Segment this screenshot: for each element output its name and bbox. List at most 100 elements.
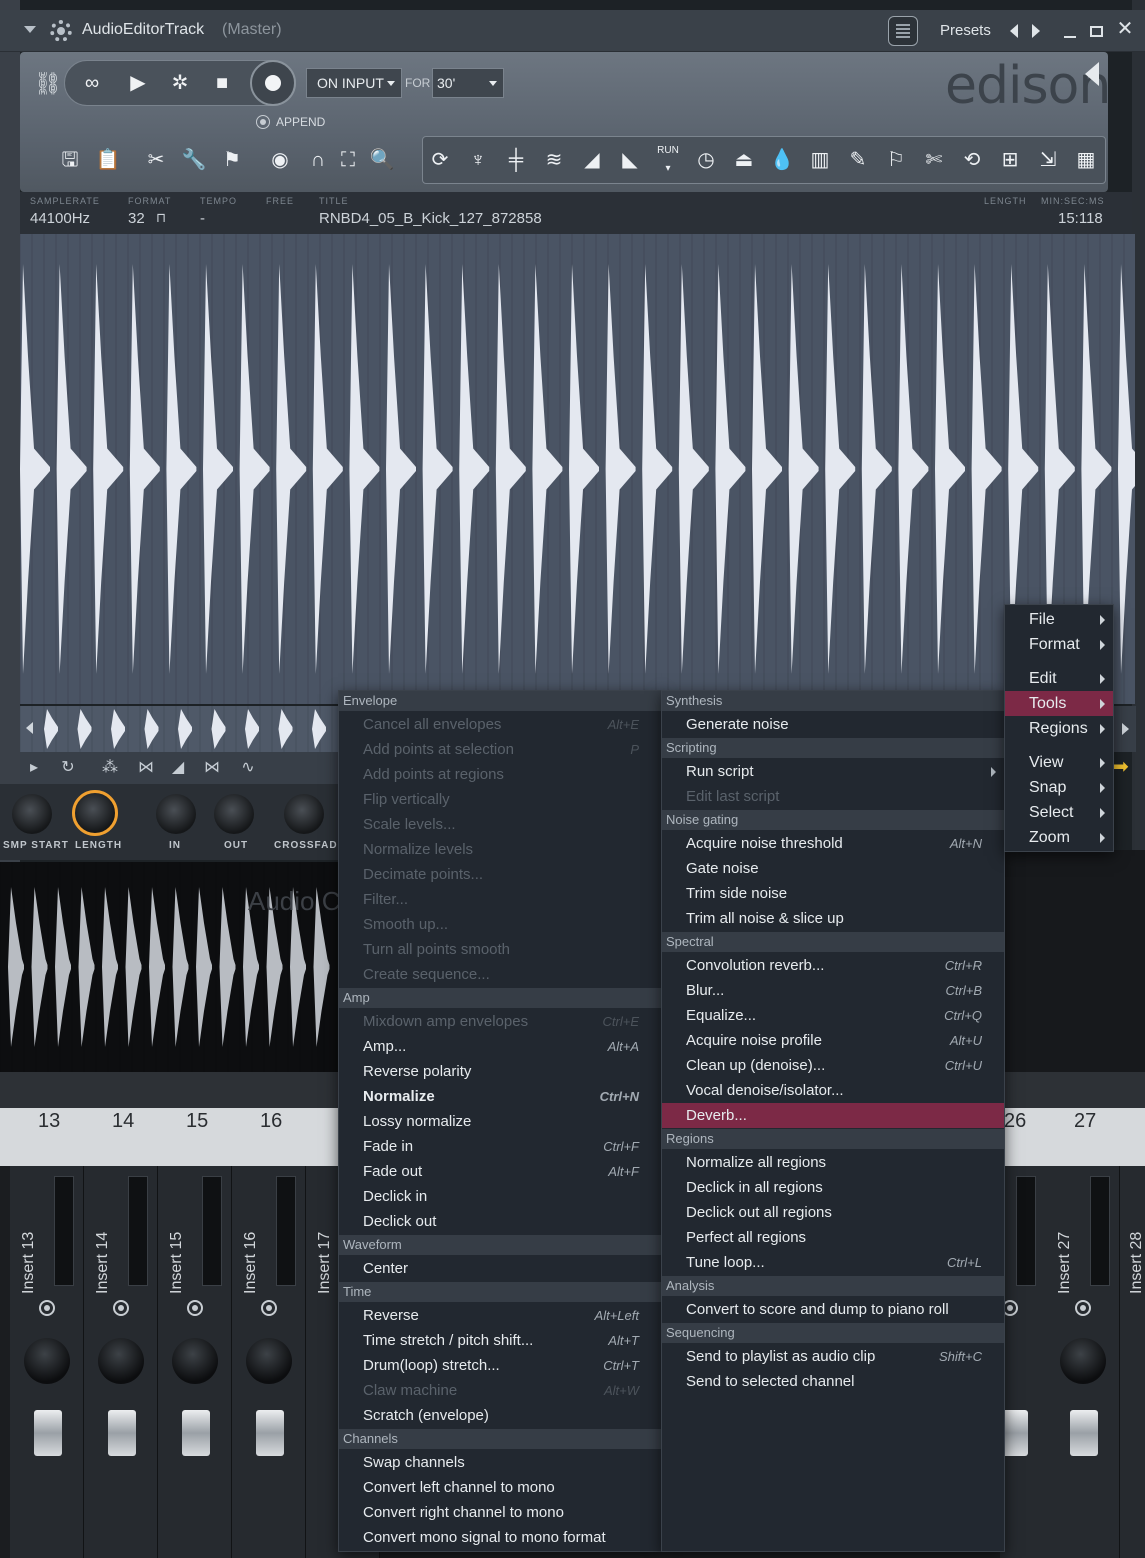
- menu-item-acquire-noise-profile[interactable]: Acquire noise profile Alt+U: [662, 1028, 1004, 1053]
- menu-snap[interactable]: Snap: [1005, 775, 1113, 800]
- menu-item-trim-side-noise[interactable]: Trim side noise: [662, 881, 1004, 906]
- plugin-picker-icon[interactable]: [888, 16, 918, 46]
- menu-item-reverse[interactable]: Reverse Alt+Left: [339, 1303, 661, 1328]
- volume-fader[interactable]: [1070, 1410, 1098, 1456]
- menu-item-declick-in-regions[interactable]: Declick in all regions: [662, 1175, 1004, 1200]
- out-knob[interactable]: [214, 794, 254, 834]
- loop-record-icon[interactable]: ✲: [160, 63, 200, 103]
- menu-item-vocal-denoise[interactable]: Vocal denoise/isolator...: [662, 1078, 1004, 1103]
- scroll-left-icon[interactable]: [26, 722, 33, 734]
- pan-knob[interactable]: [24, 1338, 70, 1384]
- volume-fader[interactable]: [108, 1410, 136, 1456]
- format-icon[interactable]: ⊓: [156, 210, 166, 226]
- pan-knob[interactable]: [246, 1338, 292, 1384]
- volume-fader[interactable]: [182, 1410, 210, 1456]
- menu-item-time-stretch[interactable]: Time stretch / pitch shift... Alt+T: [339, 1328, 661, 1353]
- menu-item-declick-out-regions[interactable]: Declick out all regions: [662, 1200, 1004, 1225]
- menu-item-swap-channels[interactable]: Swap channels: [339, 1450, 661, 1475]
- pan-knob[interactable]: [1060, 1338, 1106, 1384]
- menu-item-center[interactable]: Center: [339, 1256, 661, 1281]
- menu-item-normalize-all-regions[interactable]: Normalize all regions: [662, 1150, 1004, 1175]
- append-radio[interactable]: [256, 115, 270, 129]
- menu-item-clean-up-denoise[interactable]: Clean up (denoise)... Ctrl+U: [662, 1053, 1004, 1078]
- menu-item-perfect-all-regions[interactable]: Perfect all regions: [662, 1225, 1004, 1250]
- menu-item-fade-in[interactable]: Fade in Ctrl+F: [339, 1134, 661, 1159]
- fade-out-icon[interactable]: ◣: [614, 142, 646, 178]
- menu-item-send-to-playlist[interactable]: Send to playlist as audio clip Shift+C: [662, 1344, 1004, 1369]
- menu-item-gate-noise[interactable]: Gate noise: [662, 856, 1004, 881]
- crossfade-knob[interactable]: [284, 794, 324, 834]
- send-arrow-icon[interactable]: ➡: [1112, 756, 1132, 778]
- drop-icon[interactable]: 💧: [766, 142, 798, 178]
- menu-zoom[interactable]: Zoom: [1005, 825, 1113, 850]
- ramp-icon[interactable]: ◢: [166, 756, 190, 780]
- volume-fader[interactable]: [34, 1410, 62, 1456]
- select-all-icon[interactable]: ⛶: [332, 142, 364, 178]
- zoom-icon[interactable]: 🔍: [366, 142, 398, 178]
- marker-icon[interactable]: ⚑: [216, 142, 248, 178]
- eye-icon[interactable]: ◉: [264, 142, 296, 178]
- waveform-view[interactable]: [20, 234, 1135, 704]
- refresh-icon[interactable]: ⟲: [956, 142, 988, 178]
- settings-grid-icon[interactable]: ▦: [1070, 142, 1102, 178]
- menu-item-normalize[interactable]: Normalize Ctrl+N: [339, 1084, 661, 1109]
- menu-format[interactable]: Format: [1005, 632, 1113, 657]
- spectrum-icon[interactable]: ▥: [804, 142, 836, 178]
- cut-icon[interactable]: ✂: [140, 142, 172, 178]
- strip-enable-radio[interactable]: [1075, 1300, 1091, 1316]
- save-plus-icon[interactable]: ⊞: [994, 142, 1026, 178]
- menu-item-tune-loop[interactable]: Tune loop... Ctrl+L: [662, 1250, 1004, 1275]
- clock-icon[interactable]: ◷: [690, 142, 722, 178]
- loop-small-icon[interactable]: ↻: [56, 756, 80, 780]
- loop-icon[interactable]: ∞: [72, 63, 112, 103]
- waveform-icon[interactable]: ≋: [538, 142, 570, 178]
- menu-file[interactable]: File: [1005, 607, 1113, 632]
- menu-item-send-to-channel[interactable]: Send to selected channel: [662, 1369, 1004, 1394]
- cut-marker-icon[interactable]: ✄: [918, 142, 950, 178]
- person-icon[interactable]: ♆: [462, 142, 494, 178]
- menu-item-run-script[interactable]: Run script: [662, 759, 1004, 784]
- menu-edit[interactable]: Edit: [1005, 666, 1113, 691]
- link-icon[interactable]: ⛓: [34, 71, 62, 97]
- menu-view[interactable]: View: [1005, 750, 1113, 775]
- menu-item-convert-to-score[interactable]: Convert to score and dump to piano roll: [662, 1297, 1004, 1322]
- drag-out-icon[interactable]: ⇲: [1032, 142, 1064, 178]
- add-marker-icon[interactable]: ⚐: [880, 142, 912, 178]
- wrench-icon[interactable]: 🔧: [178, 142, 210, 178]
- play-small-icon[interactable]: ▸: [22, 756, 46, 780]
- strip-enable-radio[interactable]: [261, 1300, 277, 1316]
- strip-enable-radio[interactable]: [187, 1300, 203, 1316]
- fade-in-icon[interactable]: ◢: [576, 142, 608, 178]
- menu-item-deverb[interactable]: Deverb...: [662, 1103, 1004, 1128]
- close-icon[interactable]: ✕: [1116, 19, 1134, 39]
- menu-item-scratch[interactable]: Scratch (envelope): [339, 1403, 661, 1428]
- feather-icon[interactable]: ✎: [842, 142, 874, 178]
- pan-knob[interactable]: [172, 1338, 218, 1384]
- presets-button[interactable]: Presets: [940, 22, 991, 39]
- normalize-icon[interactable]: ╪: [500, 142, 532, 178]
- stop-icon[interactable]: ■: [202, 63, 242, 103]
- gear-icon[interactable]: [50, 20, 72, 42]
- menu-tools[interactable]: Tools: [1005, 691, 1113, 716]
- play-icon[interactable]: ▶: [118, 63, 158, 103]
- strip-enable-radio[interactable]: [113, 1300, 129, 1316]
- rocket-icon[interactable]: ⏏: [728, 142, 760, 178]
- preset-prev-icon[interactable]: [1010, 24, 1018, 38]
- curve-icon[interactable]: ∿: [236, 756, 260, 780]
- bracket-icon[interactable]: ⋈: [134, 756, 158, 780]
- menu-item-generate-noise[interactable]: Generate noise: [662, 712, 1004, 737]
- speaker-icon[interactable]: [1085, 62, 1099, 86]
- save-icon[interactable]: 🖫: [54, 142, 86, 178]
- length-knob[interactable]: [72, 790, 118, 836]
- record-mode-select[interactable]: ON INPUT: [306, 68, 402, 98]
- menu-item-left-to-mono[interactable]: Convert left channel to mono: [339, 1475, 661, 1500]
- menu-item-trim-all-noise[interactable]: Trim all noise & slice up: [662, 906, 1004, 931]
- menu-regions[interactable]: Regions: [1005, 716, 1113, 741]
- menu-item-reverse-polarity[interactable]: Reverse polarity: [339, 1059, 661, 1084]
- menu-item-acquire-noise-threshold[interactable]: Acquire noise threshold Alt+N: [662, 831, 1004, 856]
- smp-start-knob[interactable]: [12, 794, 52, 834]
- scroll-right-icon[interactable]: [1114, 706, 1136, 752]
- waveform-overview[interactable]: [20, 706, 340, 752]
- split-icon[interactable]: ⋈: [200, 756, 224, 780]
- menu-select[interactable]: Select: [1005, 800, 1113, 825]
